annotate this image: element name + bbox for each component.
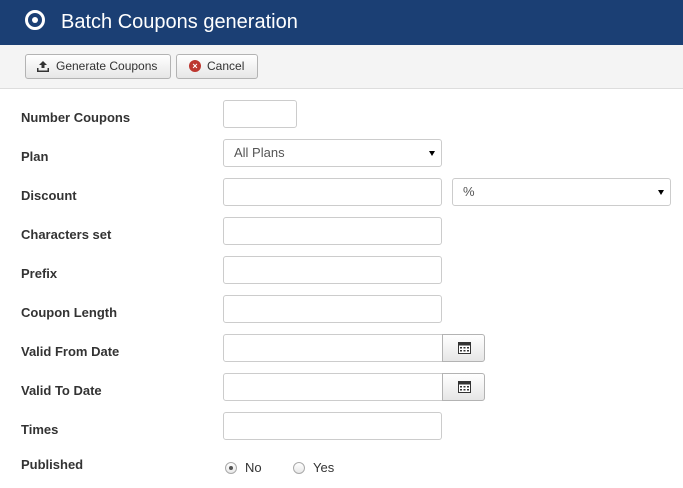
valid-from-calendar-button[interactable] [442, 334, 485, 362]
plan-selected-value: All Plans [234, 145, 285, 160]
characters-set-label: Characters set [21, 227, 112, 242]
valid-from-date-input[interactable] [223, 334, 443, 362]
cancel-label: Cancel [207, 59, 245, 73]
number-coupons-label: Number Coupons [21, 110, 131, 125]
page-title: Batch Coupons generation [61, 11, 298, 33]
toolbar: Generate Coupons × Cancel [0, 45, 683, 89]
discount-type-selected-value: % [463, 184, 475, 199]
valid-from-date-label: Valid From Date [21, 344, 120, 359]
circle-dot-icon [25, 10, 45, 30]
discount-label: Discount [21, 188, 77, 203]
published-yes-label[interactable]: Yes [313, 460, 334, 476]
characters-set-input[interactable] [223, 217, 442, 245]
coupon-length-input[interactable] [223, 295, 442, 323]
page-header: Batch Coupons generation [0, 0, 683, 45]
times-label: Times [21, 422, 59, 437]
dropdown-caret-icon [658, 190, 664, 195]
upload-icon [37, 61, 49, 72]
generate-coupons-button[interactable]: Generate Coupons [25, 54, 171, 79]
published-no-label[interactable]: No [245, 460, 262, 476]
valid-to-date-input[interactable] [223, 373, 443, 401]
valid-to-date-label: Valid To Date [21, 383, 102, 398]
coupon-length-label: Coupon Length [21, 305, 118, 320]
valid-to-calendar-button[interactable] [442, 373, 485, 401]
number-coupons-input[interactable] [223, 100, 297, 128]
generate-coupons-label: Generate Coupons [56, 59, 158, 73]
times-input[interactable] [223, 412, 442, 440]
published-yes-radio[interactable] [293, 462, 305, 474]
dropdown-caret-icon [429, 151, 435, 156]
plan-label: Plan [21, 149, 49, 164]
prefix-input[interactable] [223, 256, 442, 284]
cancel-circle-icon: × [189, 60, 201, 72]
published-label: Published [21, 457, 84, 472]
published-no-radio[interactable] [225, 462, 237, 474]
calendar-icon [458, 381, 471, 393]
discount-type-select[interactable]: % [452, 178, 671, 206]
plan-select[interactable]: All Plans [223, 139, 442, 167]
cancel-button[interactable]: × Cancel [176, 54, 258, 79]
prefix-label: Prefix [21, 266, 58, 281]
discount-input[interactable] [223, 178, 442, 206]
calendar-icon [458, 342, 471, 354]
